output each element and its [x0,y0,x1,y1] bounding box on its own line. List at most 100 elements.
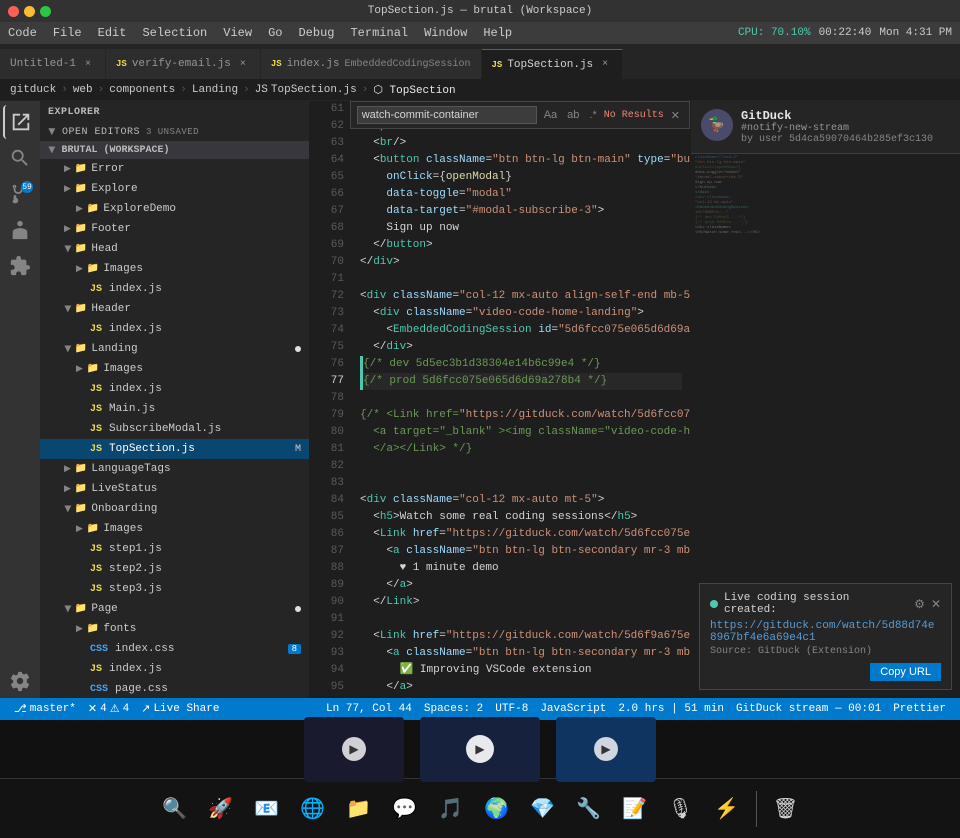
sidebar-item-step3js[interactable]: JS step3.js [40,579,309,599]
menu-window[interactable]: Window [424,26,467,40]
dock-item-messages[interactable]: 💬 [384,788,426,830]
tab-topsection[interactable]: JS TopSection.js × [482,49,624,79]
menu-go[interactable]: Go [268,26,282,40]
sidebar-item-step1js[interactable]: JS step1.js [40,539,309,559]
sidebar-item-mainjs[interactable]: JS Main.js [40,399,309,419]
live-notif-close-btn[interactable]: ✕ [931,597,941,612]
breadcrumb-topsection-symbol[interactable]: ⬡ TopSection [373,83,455,97]
sidebar-item-page-indexjs[interactable]: JS index.js [40,659,309,679]
dock-item-chrome[interactable]: 🌍 [476,788,518,830]
tab-index[interactable]: JS index.js EmbeddedCodingSession [261,49,482,79]
workspace-section[interactable]: ▶ BRUTAL (WORKSPACE) [40,141,309,159]
search-input[interactable] [357,106,537,124]
menu-code[interactable]: Code [8,26,37,40]
sidebar-item-step2js[interactable]: JS step2.js [40,559,309,579]
status-prettier[interactable]: Prettier [887,698,952,720]
minimap-content: className="lead-2" "btn btn-lg btn-main"… [691,154,960,238]
code-content[interactable]: <br/> <p className="lead-2">GitDuck comb… [352,101,690,698]
dock-item-mail[interactable]: 📧 [246,788,288,830]
menu-view[interactable]: View [223,26,252,40]
sidebar-item-landing[interactable]: ▶ 📁 Landing [40,339,309,359]
search-regex-btn[interactable]: .* [586,108,599,122]
menu-debug[interactable]: Debug [298,26,334,40]
menu-edit[interactable]: Edit [98,26,127,40]
sidebar-item-head-indexjs[interactable]: JS index.js [40,279,309,299]
dock-item-notes[interactable]: 📝 [614,788,656,830]
dock-item-safari[interactable]: 🌐 [292,788,334,830]
sidebar-item-head-images[interactable]: ▶ 📁 Images [40,259,309,279]
gitduck-stream-label: GitDuck stream — 00:01 [736,703,881,715]
menu-help[interactable]: Help [483,26,512,40]
sidebar-item-exploredemo[interactable]: ▶ 📁 ExploreDemo [40,199,309,219]
tab-verify-email[interactable]: JS verify-email.js × [106,49,261,79]
search-whole-word-btn[interactable]: ab [564,108,582,122]
close-window-btn[interactable] [8,6,19,17]
play-button-2[interactable]: ▶ [466,735,494,763]
open-editors-section[interactable]: ▶ OPEN EDITORS 3 UNSAVED [40,123,309,141]
menu-selection[interactable]: Selection [142,26,207,40]
video-thumb-1[interactable]: ▶ [304,717,404,782]
sidebar-item-livestatus[interactable]: ▶ 📁 LiveStatus [40,479,309,499]
debug-icon-btn[interactable] [3,213,37,247]
status-gitduck-stream[interactable]: GitDuck stream — 00:01 [730,698,887,720]
tab-close-btn[interactable]: × [236,57,250,71]
status-live-share[interactable]: ↗ Live Share [135,698,225,720]
sidebar-item-indexcss[interactable]: CSS index.css 8 [40,639,309,659]
copy-url-button[interactable]: Copy URL [870,663,941,681]
dock-item-zap[interactable]: ⚡ [706,788,748,830]
explorer-icon-btn[interactable] [3,105,37,139]
sidebar-item-landing-images[interactable]: ▶ 📁 Images [40,359,309,379]
sidebar-item-onboarding-images[interactable]: ▶ 📁 Images [40,519,309,539]
sidebar-item-languagetags[interactable]: ▶ 📁 LanguageTags [40,459,309,479]
code-scroll[interactable]: 61 62 63 64 65 66 67 68 69 70 71 72 73 7… [310,101,690,698]
dock-item-spotify[interactable]: 🎵 [430,788,472,830]
sidebar-item-fonts[interactable]: ▶ 📁 fonts [40,619,309,639]
dock-item-finder[interactable]: 🔍 [154,788,196,830]
search-close-btn[interactable]: ✕ [668,108,683,123]
sidebar-item-head[interactable]: ▶ 📁 Head [40,239,309,259]
search-match-case-btn[interactable]: Aa [541,108,560,122]
status-errors[interactable]: ✕ 4 ⚠ 4 [82,698,135,720]
status-git-branch[interactable]: ⎇ master* [8,698,82,720]
tab-close-btn[interactable]: × [598,58,612,72]
breadcrumb-components[interactable]: components [109,84,175,96]
search-icon-btn[interactable] [3,141,37,175]
title-bar: TopSection.js — brutal (Workspace) [0,0,960,22]
sidebar-item-header-indexjs[interactable]: JS index.js [40,319,309,339]
maximize-window-btn[interactable] [40,6,51,17]
breadcrumb-gitduck[interactable]: gitduck [10,84,56,96]
play-button-3[interactable]: ▶ [594,737,618,761]
settings-icon-btn[interactable] [3,664,37,698]
sidebar-item-page[interactable]: ▶ 📁 Page [40,599,309,619]
sidebar-item-onboarding[interactable]: ▶ 📁 Onboarding [40,499,309,519]
code-line: Sign up now [360,220,682,237]
sidebar-item-subscribemodaljs[interactable]: JS SubscribeModal.js [40,419,309,439]
video-thumb-2[interactable]: ▶ [420,717,540,782]
dock-item-tools[interactable]: 🔧 [568,788,610,830]
git-icon-btn[interactable]: 59 [3,177,37,211]
sidebar-item-pagecss[interactable]: CSS page.css [40,679,309,698]
breadcrumb-topsection-file[interactable]: TopSection.js [271,84,357,96]
sidebar-item-explore[interactable]: ▶ 📁 Explore [40,179,309,199]
dock-item-files[interactable]: 📁 [338,788,380,830]
menu-terminal[interactable]: Terminal [350,26,408,40]
breadcrumb-web[interactable]: web [73,84,93,96]
sidebar-item-landing-indexjs[interactable]: JS index.js [40,379,309,399]
video-thumb-3[interactable]: ▶ [556,717,656,782]
tab-untitled[interactable]: Untitled-1 × [0,49,106,79]
tab-close-btn[interactable]: × [81,57,95,71]
extensions-icon-btn[interactable] [3,249,37,283]
sidebar-item-header[interactable]: ▶ 📁 Header [40,299,309,319]
breadcrumb-landing[interactable]: Landing [192,84,238,96]
live-settings-icon[interactable]: ⚙ [914,597,925,612]
sidebar-item-footer[interactable]: ▶ 📁 Footer [40,219,309,239]
dock-item-podcast[interactable]: 🎙 [660,788,702,830]
sidebar-item-error[interactable]: ▶ 📁 Error [40,159,309,179]
minimize-window-btn[interactable] [24,6,35,17]
menu-file[interactable]: File [53,26,82,40]
dock-item-launchpad[interactable]: 🚀 [200,788,242,830]
play-button-1[interactable]: ▶ [342,737,366,761]
dock-item-sketch[interactable]: 💎 [522,788,564,830]
sidebar-item-topsectionjs[interactable]: JS TopSection.js M [40,439,309,459]
dock-item-trash[interactable]: 🗑 [765,788,807,830]
